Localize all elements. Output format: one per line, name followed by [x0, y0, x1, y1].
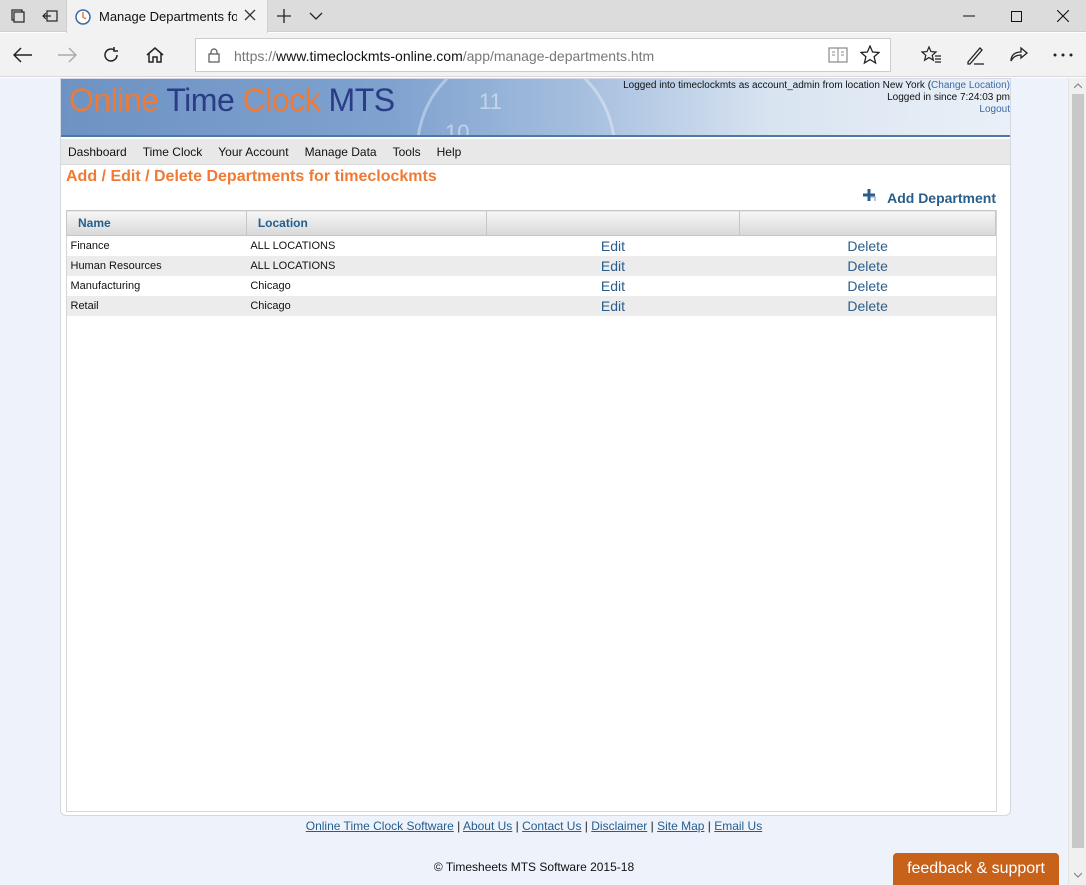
share-icon[interactable] — [1002, 39, 1036, 71]
footer-separator: | — [704, 819, 715, 833]
department-name: Human Resources — [66, 255, 247, 276]
edit-link[interactable]: Edit — [486, 255, 740, 276]
edit-link[interactable]: Edit — [486, 236, 740, 256]
vertical-scrollbar[interactable] — [1068, 78, 1086, 885]
tab-list-chevron-icon[interactable] — [300, 0, 332, 32]
minimize-icon[interactable] — [946, 0, 992, 32]
department-location: Chicago — [250, 279, 291, 292]
logo-word-time: Time — [166, 82, 235, 118]
menu-item-your-account[interactable]: Your Account — [218, 145, 288, 159]
scroll-down-icon[interactable] — [1074, 871, 1082, 879]
logo-word-mts: MTS — [328, 82, 396, 118]
footer-link-email[interactable]: Email Us — [714, 819, 762, 833]
logo-word-clock: Clock — [242, 82, 321, 118]
header-banner: 11 10 Online Time Clock MTS Logged into … — [61, 79, 1010, 137]
table-row: Finance ALL LOCATIONS Edit Delete — [67, 236, 996, 256]
footer-separator: | — [453, 819, 463, 833]
department-location: ALL LOCATIONS — [250, 239, 336, 252]
department-location: Chicago — [246, 295, 487, 316]
reading-view-icon[interactable] — [828, 47, 848, 63]
forward-icon[interactable] — [50, 39, 84, 71]
column-header-location[interactable]: Location — [245, 210, 487, 236]
more-menu-icon[interactable] — [1046, 39, 1080, 71]
close-window-icon[interactable] — [1040, 0, 1086, 32]
maximize-icon[interactable] — [993, 0, 1039, 32]
set-tabs-aside-icon[interactable] — [34, 0, 66, 32]
department-name: Retail — [66, 295, 247, 316]
clock-graphic: 11 10 — [416, 79, 616, 137]
menu-item-manage-data[interactable]: Manage Data — [305, 145, 377, 159]
footer-link-sitemap[interactable]: Site Map — [657, 819, 704, 833]
logo-word-online: Online — [69, 82, 159, 118]
clock-number-10: 10 — [445, 120, 470, 137]
site-favicon-icon — [75, 8, 91, 25]
departments-table: Name Location Finance ALL LOCATIONS Edit… — [66, 210, 996, 316]
footer-separator: | — [581, 819, 592, 833]
url-path: /app/manage-departments.htm — [462, 48, 655, 64]
footer-separator: | — [647, 819, 658, 833]
edit-link[interactable]: Edit — [486, 295, 740, 316]
home-icon[interactable] — [138, 39, 172, 71]
table-row: Human Resources ALL LOCATIONS Edit Delet… — [66, 255, 996, 276]
edit-link[interactable]: Edit — [486, 276, 740, 296]
add-department-button[interactable]: Add Department — [862, 189, 996, 206]
url-prefix: https:// — [234, 48, 277, 64]
tab-actions-icon[interactable] — [2, 0, 34, 32]
page-title: Add / Edit / Delete Departments for time… — [66, 168, 437, 185]
column-header-name[interactable]: Name — [66, 210, 247, 236]
department-name: Manufacturing — [70, 279, 141, 292]
login-status-text: Logged into timeclockmts as account_admi… — [623, 80, 932, 91]
menu-item-time-clock[interactable]: Time Clock — [143, 145, 203, 159]
clock-number-11: 11 — [479, 89, 502, 114]
favorite-star-icon[interactable] — [860, 45, 880, 65]
footer-link-disclaimer[interactable]: Disclaimer — [591, 819, 647, 833]
refresh-icon[interactable] — [94, 39, 128, 71]
delete-link[interactable]: Delete — [739, 295, 996, 316]
url-domain: www.timeclockmts-online.com — [276, 48, 463, 64]
lock-icon — [208, 48, 220, 63]
new-tab-icon[interactable] — [268, 0, 300, 32]
menu-item-tools[interactable]: Tools — [393, 145, 421, 159]
column-header-delete — [739, 210, 996, 236]
department-name: Finance — [70, 239, 110, 252]
site-logo[interactable]: Online Time Clock MTS — [69, 82, 395, 119]
login-since-text: Logged in since 7:24:03 pm — [887, 92, 1010, 103]
app-container: 11 10 Online Time Clock MTS Logged into … — [60, 78, 1011, 816]
main-menu: Dashboard Time Clock Your Account Manage… — [61, 139, 1010, 165]
scrollbar-thumb[interactable] — [1072, 94, 1084, 848]
table-row: Manufacturing Chicago Edit Delete — [67, 276, 996, 296]
delete-link[interactable]: Delete — [740, 276, 996, 296]
menu-item-dashboard[interactable]: Dashboard — [68, 145, 127, 159]
favorites-hub-icon[interactable] — [914, 39, 948, 71]
footer-link-software[interactable]: Online Time Clock Software — [306, 819, 454, 833]
feedback-support-button[interactable]: feedback & support — [893, 853, 1059, 885]
delete-link[interactable]: Delete — [739, 255, 996, 276]
browser-address-bar: https://www.timeclockmts-online.com/app/… — [0, 33, 1086, 77]
department-location: ALL LOCATIONS — [246, 255, 487, 276]
footer-link-about[interactable]: About Us — [463, 819, 512, 833]
url-input[interactable]: https://www.timeclockmts-online.com/app/… — [195, 38, 891, 72]
footer-link-contact[interactable]: Contact Us — [522, 819, 581, 833]
login-info: Logged into timeclockmts as account_admi… — [623, 80, 1010, 116]
change-location-link[interactable]: Change Location — [931, 80, 1007, 91]
scroll-up-icon[interactable] — [1074, 82, 1082, 90]
close-tab-icon[interactable] — [243, 8, 257, 22]
tab-manage-departments[interactable]: Manage Departments fo — [66, 0, 268, 33]
page-viewport: 11 10 Online Time Clock MTS Logged into … — [0, 78, 1068, 885]
back-icon[interactable] — [6, 39, 40, 71]
browser-tab-bar: Manage Departments fo — [0, 0, 1086, 33]
table-header-row: Name Location — [66, 210, 996, 236]
menu-item-help[interactable]: Help — [437, 145, 462, 159]
logout-link[interactable]: Logout — [623, 104, 1010, 116]
footer-separator: | — [512, 819, 523, 833]
web-note-icon[interactable] — [958, 39, 992, 71]
delete-link[interactable]: Delete — [740, 236, 996, 256]
table-row: Retail Chicago Edit Delete — [66, 295, 996, 316]
add-department-label: Add Department — [887, 190, 996, 206]
column-header-edit — [485, 210, 741, 236]
footer-links: Online Time Clock Software | About Us | … — [0, 819, 1068, 833]
tab-title: Manage Departments fo — [99, 9, 237, 24]
add-plus-icon — [863, 189, 876, 201]
login-status-close-paren: ) — [1006, 80, 1010, 91]
